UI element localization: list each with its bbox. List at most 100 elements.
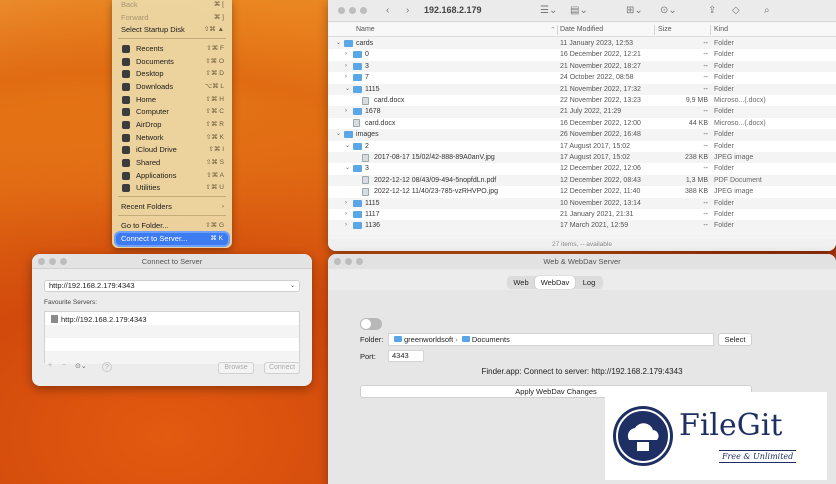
disclosure-closed-icon[interactable]: › [345,106,347,117]
file-size: -- [703,165,708,173]
file-row[interactable]: card.docx 16 December 2022, 12:00 44 KB Mic… [328,117,836,130]
help-button[interactable]: ? [102,362,112,372]
menu-item-network[interactable]: Network ⇧⌘ K [112,132,232,144]
group-icon[interactable]: ⊞⌄ [626,5,643,16]
file-kind: Folder [714,85,734,93]
disclosure-open-icon[interactable]: ⌄ [345,84,350,95]
file-kind: JPEG image [714,154,754,161]
browse-button[interactable]: Browse [218,362,254,374]
menu-item-label: Computer [136,107,169,117]
tag-icon[interactable]: ◇ [732,5,740,16]
disclosure-closed-icon[interactable]: › [345,61,347,72]
chevron-down-icon[interactable]: ⌄ [290,281,295,291]
menu-item-back[interactable]: Back ⌘ [ [112,0,232,11]
gallery-view-icon[interactable]: ▤⌄ [570,5,588,16]
remove-button[interactable]: − [62,362,66,369]
file-row[interactable]: ⌄ 1115 21 November 2022, 17:32 -- Folder [328,84,836,95]
menu-item-label: Home [136,94,157,104]
file-name: card.docx [374,97,405,104]
select-folder-button[interactable]: Select [718,333,752,346]
share-icon[interactable]: ⇪ [708,5,716,16]
file-date: 21 July 2022, 21:29 [560,108,622,116]
tab-log[interactable]: Log [577,276,601,289]
airdrop-icon [122,120,130,129]
file-date: 11 January 2023, 12:53 [560,40,634,47]
more-actions-icon[interactable]: ⊙⌄ [660,5,677,16]
menu-item-computer[interactable]: Computer ⇧⌘ C [112,106,232,118]
connect-button[interactable]: Connect [264,362,300,374]
file-date: 26 November 2022, 16:48 [560,131,641,139]
add-button[interactable]: + [48,362,52,369]
menu-item-shared[interactable]: Shared ⇧⌘ S [112,157,232,169]
menu-item-downloads[interactable]: Downloads ⌥⌘ L [112,81,232,93]
column-date[interactable]: Date Modified [560,26,603,33]
favourite-server-item[interactable]: http://192.168.2.179:4343 [51,315,147,324]
window-title: Connect to Server [141,257,203,266]
more-options-button[interactable]: ⊙⌄ [75,362,87,370]
file-size: -- [703,142,708,150]
tab-web[interactable]: Web [509,276,533,289]
applications-icon [122,171,130,180]
file-date: 12 December 2022, 11:40 [560,188,641,196]
menu-item-forward[interactable]: Forward ⌘ ] [112,12,232,24]
menu-item-recent-folders[interactable]: Recent Folders › [112,201,232,213]
folder-path-field[interactable]: greenworldsoft › Documents [388,333,714,346]
column-kind[interactable]: Kind [714,26,728,33]
tab-webdav[interactable]: WebDav [535,276,575,289]
back-icon[interactable]: ‹ [386,5,389,16]
column-name[interactable]: Name [356,26,375,33]
zoom-button[interactable] [360,7,367,14]
menu-item-select-startup-disk[interactable]: Select Startup Disk ⇧⌘ ▲ [112,24,232,36]
file-row[interactable]: 2017-08-17 15/02/42-888-89A0anV.jpg 17 Au… [328,152,836,163]
disclosure-closed-icon[interactable]: › [345,198,347,209]
disclosure-closed-icon[interactable]: › [345,72,347,83]
search-icon[interactable]: ⌕ [764,5,770,16]
disclosure-open-icon[interactable]: ⌄ [336,38,341,49]
server-address-input[interactable]: http://192.168.2.179:4343 ⌄ [44,280,300,292]
disclosure-open-icon[interactable]: ⌄ [336,129,341,140]
menu-item-connect-to-server[interactable]: Connect to Server... ⌘ K [116,233,228,245]
menu-item-go-to-folder[interactable]: Go to Folder... ⇧⌘ G [112,220,232,232]
menu-item-desktop[interactable]: Desktop ⇧⌘ D [112,68,232,80]
disclosure-closed-icon[interactable]: › [345,220,347,231]
menu-item-utilities[interactable]: Utilities ⇧⌘ U [112,182,232,194]
menu-item-icloud-drive[interactable]: iCloud Drive ⇧⌘ I [112,144,232,156]
file-row[interactable]: › 1117 21 January 2021, 21:31 -- Folder [328,209,836,221]
menu-item-documents[interactable]: Documents ⇧⌘ O [112,56,232,68]
file-kind: Microso...(.docx) [714,97,766,104]
file-row[interactable]: › 1678 21 July 2022, 21:29 -- Folder [328,106,836,117]
menu-item-applications[interactable]: Applications ⇧⌘ A [112,170,232,182]
disclosure-closed-icon[interactable]: › [345,209,347,220]
file-size: -- [703,131,708,139]
file-row[interactable]: ⌄ 2 17 August 2017, 15:02 -- Folder [328,140,836,152]
port-input[interactable]: 4343 [388,350,424,362]
file-row[interactable]: › 7 24 October 2022, 08:58 -- Folder [328,72,836,84]
file-row[interactable]: 2022-12-12 11/40/23-785-vzRHVPO.jpg 12 De… [328,186,836,198]
minimize-button[interactable] [349,7,356,14]
file-kind: Folder [714,40,734,47]
list-view-icon[interactable]: ☰⌄ [540,5,557,16]
menu-item-airdrop[interactable]: AirDrop ⇧⌘ R [112,119,232,131]
file-row[interactable]: › 3 21 November 2022, 18:27 -- Folder [328,61,836,72]
file-kind: Folder [714,74,734,82]
disclosure-open-icon[interactable]: ⌄ [345,163,350,174]
close-button[interactable] [338,7,345,14]
disclosure-open-icon[interactable]: ⌄ [345,141,350,152]
file-row[interactable]: › 0 16 December 2022, 12:21 -- Folder [328,49,836,61]
disclosure-closed-icon[interactable]: › [345,49,347,60]
file-row[interactable]: › 1136 17 March 2021, 12:59 -- Folder [328,220,836,231]
column-size[interactable]: Size [658,26,672,33]
file-row[interactable]: › 1115 10 November 2022, 13:14 -- Folder [328,198,836,209]
file-row[interactable]: 2022-12-12 08/43/09-494-5nopfdLn.pdf 12 D… [328,175,836,186]
menu-item-recents[interactable]: Recents ⇧⌘ F [112,43,232,55]
menu-shortcut: › [221,203,224,210]
file-row[interactable]: ⌄ images 26 November 2022, 16:48 -- Folder [328,129,836,140]
file-row[interactable]: ⌄ cards 11 January 2023, 12:53 -- Folder [328,38,836,49]
server-toggle[interactable] [360,318,382,330]
file-row[interactable]: ⌄ 3 12 December 2022, 12:06 -- Folder [328,163,836,175]
menu-item-home[interactable]: Home ⇧⌘ H [112,94,232,106]
menu-item-label: iCloud Drive [136,145,177,155]
file-row[interactable]: card.docx 22 November 2022, 13:23 9,9 MB Mi… [328,95,836,107]
menu-shortcut: ⇧⌘ U [205,184,224,192]
forward-icon[interactable]: › [406,5,409,16]
